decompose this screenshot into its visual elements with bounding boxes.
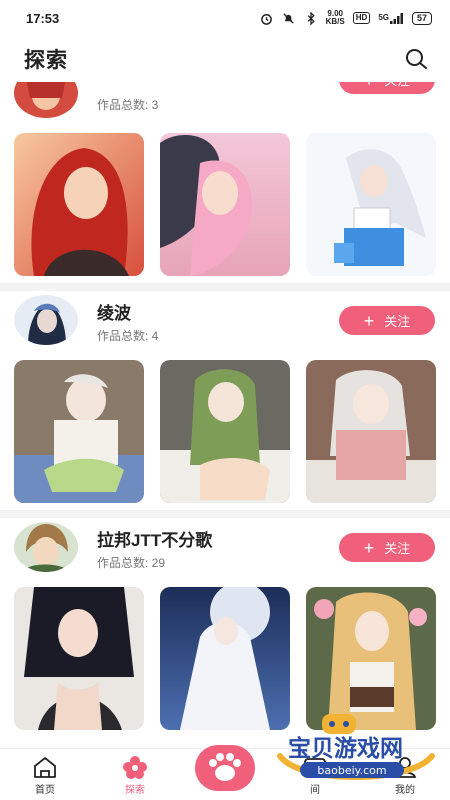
follow-button[interactable]: + 关注 [339,533,435,562]
artwork-thumbnail[interactable] [14,587,144,730]
creator-header: 绫波 作品总数: 4 + 关注 [0,295,450,353]
creator-header: 作品总数: 3 + 关注 [0,82,450,118]
artwork-thumbnail[interactable] [160,133,290,276]
artwork-row [0,133,450,276]
artwork-thumbnail[interactable] [14,360,144,503]
artwork-row [0,360,450,503]
creator-card: 作品总数: 3 + 关注 [0,82,450,118]
nav-home-label: 首页 [35,785,55,796]
plus-icon: + [364,82,375,89]
paw-icon [209,753,241,781]
plus-icon: + [363,310,375,331]
nav-home[interactable]: 首页 [15,755,75,796]
page-header: 探索 [0,36,450,82]
search-button[interactable] [402,45,430,73]
bottom-navigation: 首页 探索 间 我的 [0,745,450,800]
creator-feed[interactable]: 作品总数: 3 + 关注 绫波 作品总数: 4 + 关注 [0,82,450,748]
creator-avatar[interactable] [14,522,78,572]
status-time: 17:53 [26,10,60,26]
create-button[interactable] [195,745,255,791]
artwork-thumbnail[interactable] [14,133,144,276]
battery-indicator: 57 [411,11,432,25]
status-bar: 17:53 9.00 KB/S HD 5G 57 [0,0,450,36]
artwork-thumbnail[interactable] [160,587,290,730]
artwork-thumbnail[interactable] [306,133,436,276]
nav-message-label: 间 [310,785,320,796]
creator-card: 绫波 作品总数: 4 + 关注 [0,295,450,353]
nav-mine[interactable]: 我的 [375,755,435,796]
signal-icon: 5G [378,12,404,24]
alarm-icon [260,11,274,25]
search-icon [406,49,427,69]
artwork-thumbnail[interactable] [160,360,290,503]
page-title: 探索 [24,49,68,72]
creator-card: 拉邦JTT不分歌 作品总数: 29 + 关注 [0,522,450,580]
creator-work-count: 作品总数: 29 [97,556,166,570]
home-icon [34,757,56,778]
bluetooth-icon [304,11,318,25]
nav-message[interactable]: 间 [285,755,345,796]
artwork-thumbnail[interactable] [306,587,436,730]
creator-name: 拉邦JTT不分歌 [97,531,213,550]
creator-header: 拉邦JTT不分歌 作品总数: 29 + 关注 [0,522,450,580]
section-divider [0,510,450,518]
nav-explore-label: 探索 [125,785,145,796]
creator-work-count: 作品总数: 3 [97,98,159,112]
creator-avatar[interactable] [14,82,78,118]
flower-icon [123,756,147,779]
status-icons: 9.00 KB/S HD 5G 57 [260,10,432,26]
artwork-thumbnail[interactable] [306,360,436,503]
hd-badge: HD [352,12,371,24]
message-icon [304,758,326,778]
nav-explore[interactable]: 探索 [105,755,165,796]
nav-mine-label: 我的 [395,785,415,796]
mute-bell-icon [282,11,296,25]
plus-icon: + [363,537,375,558]
network-speed: 9.00 KB/S [325,9,345,26]
follow-button[interactable]: + 关注 [339,306,435,335]
section-divider [0,283,450,291]
artwork-row [0,587,450,730]
creator-work-count: 作品总数: 4 [97,329,159,343]
follow-button[interactable]: + 关注 [339,82,435,94]
creator-avatar[interactable] [14,295,78,345]
user-icon [393,757,417,778]
creator-name: 绫波 [97,304,131,323]
